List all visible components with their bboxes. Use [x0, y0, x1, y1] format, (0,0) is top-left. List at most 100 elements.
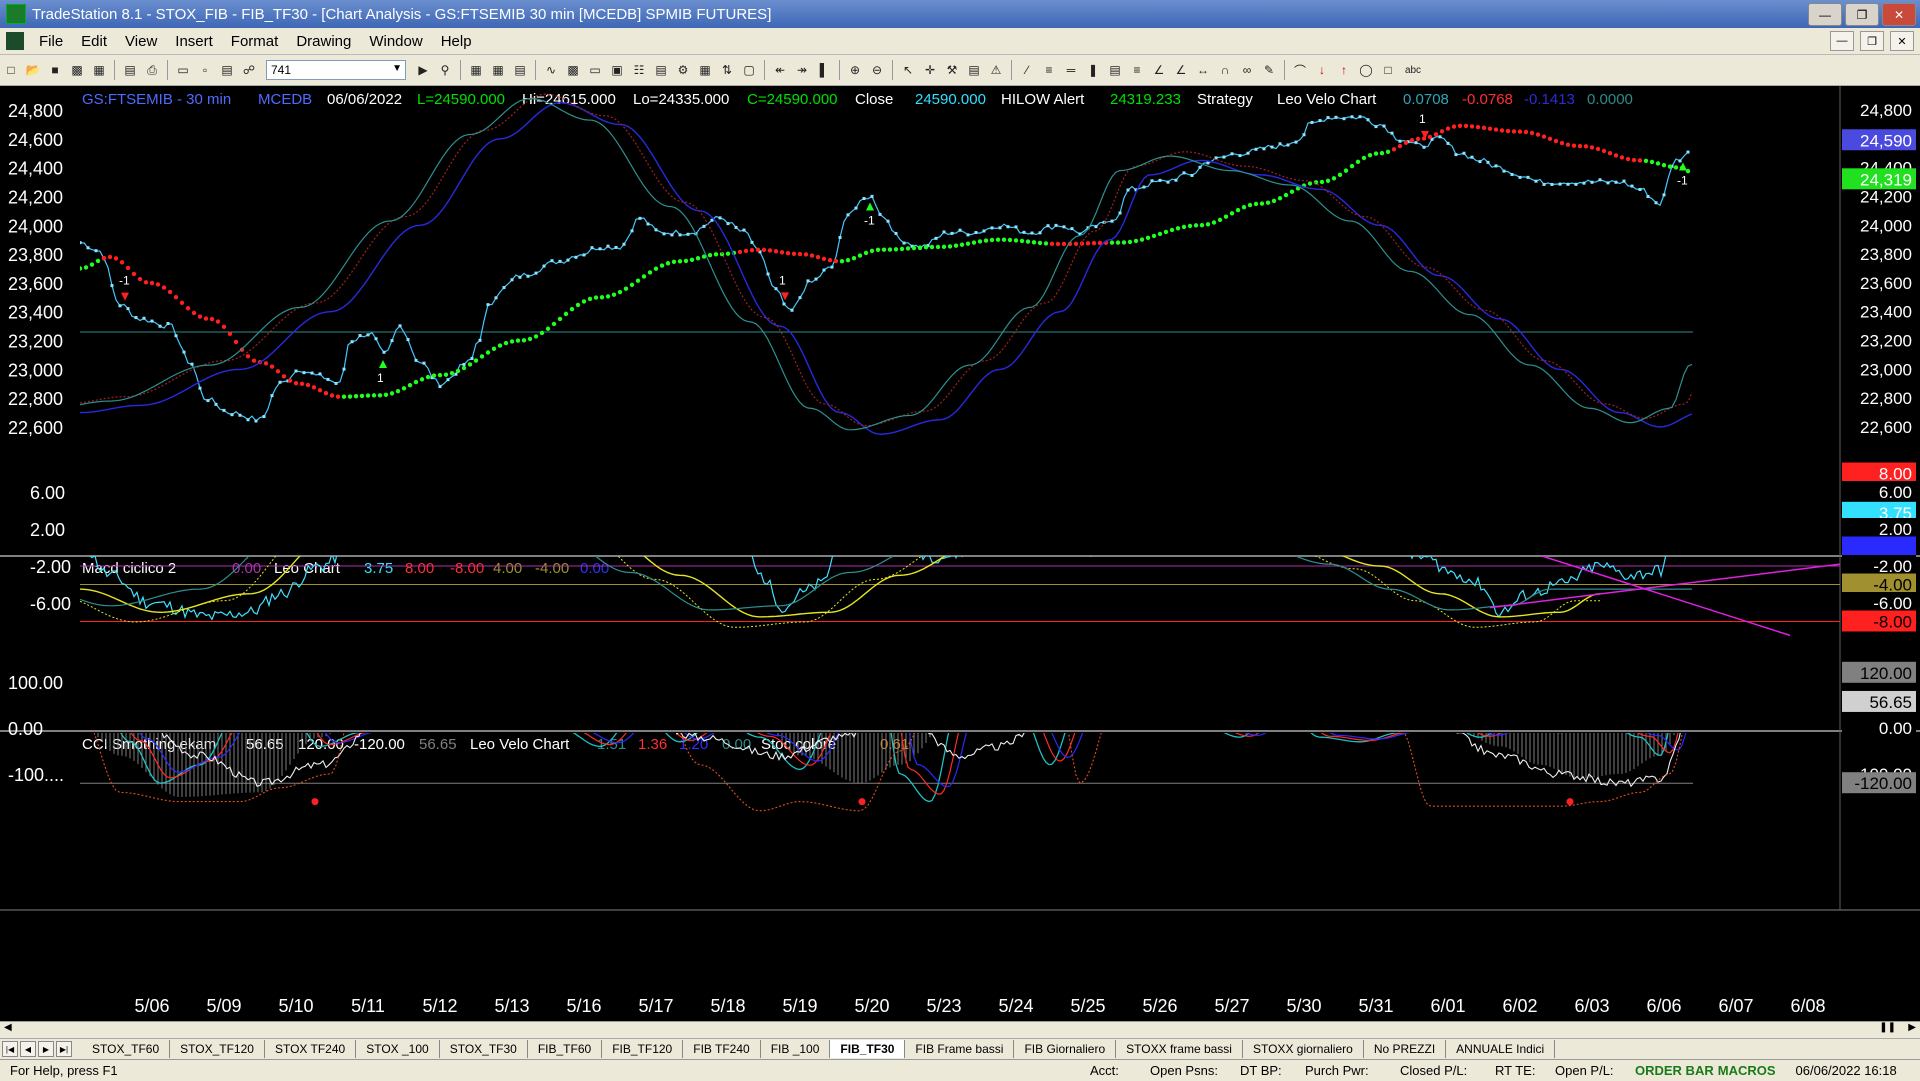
candle-icon[interactable]: ▭ [586, 61, 604, 79]
macd-panel[interactable] [80, 472, 1840, 637]
scroll-right-icon[interactable]: ↠ [793, 61, 811, 79]
horizontal-lines-icon[interactable]: ≡ [1040, 61, 1058, 79]
tab-stox-tf60[interactable]: STOX_TF60 [82, 1040, 171, 1058]
indicator-icon[interactable]: ☷ [630, 61, 648, 79]
chart-canvas[interactable]: GS:FTSEMIB - 30 min MCEDB 06/06/2022 L=2… [0, 86, 1920, 1021]
tab-no-prezzi[interactable]: No PREZZI [1364, 1040, 1447, 1058]
curve-icon[interactable]: ⌒ [1291, 61, 1309, 79]
ellipse-icon[interactable]: ◯ [1357, 61, 1375, 79]
save-all-icon[interactable]: ▩ [68, 61, 86, 79]
tools-icon[interactable]: ⚒ [943, 61, 961, 79]
mdi-restore-button[interactable]: ❐ [1860, 31, 1884, 51]
arrow-down-red-icon[interactable]: ↓ [1313, 61, 1331, 79]
tab-stox-tf30[interactable]: STOX_TF30 [440, 1040, 528, 1058]
window-icon[interactable]: ▭ [174, 61, 192, 79]
tab-last-icon[interactable]: ▶| [56, 1041, 72, 1057]
zoom-in-icon[interactable]: ⊕ [846, 61, 864, 79]
price-panel[interactable]: -1 1 1 -1 1 -1 [78, 93, 1693, 435]
text-abc-icon[interactable]: abc [1401, 61, 1425, 79]
menu-format[interactable]: Format [222, 33, 288, 50]
tab-fib-giornaliero[interactable]: FIB Giornaliero [1014, 1040, 1117, 1058]
horizontal-scrollbar[interactable]: ◀ ❚❚ ▶ [0, 1021, 1920, 1038]
play-icon[interactable]: ▶ [414, 61, 432, 79]
menu-drawing[interactable]: Drawing [287, 33, 360, 50]
radar-icon[interactable]: ▢ [740, 61, 758, 79]
minimize-button[interactable]: — [1808, 3, 1842, 26]
tab-fib-tf30[interactable]: FIB_TF30 [830, 1040, 906, 1058]
menu-file[interactable]: File [30, 33, 72, 50]
menu-help[interactable]: Help [432, 33, 481, 50]
menu-edit[interactable]: Edit [72, 33, 116, 50]
maximize-button[interactable]: ❐ [1845, 3, 1879, 26]
pencil-icon[interactable]: ✎ [1260, 61, 1278, 79]
order-bar-button[interactable]: ORDER BAR [1625, 1063, 1718, 1078]
tab-stox-tf120[interactable]: STOX_TF120 [170, 1040, 265, 1058]
spiral-icon[interactable]: ∞ [1238, 61, 1256, 79]
menu-window[interactable]: Window [360, 33, 431, 50]
chevron-down-icon[interactable]: ▼ [392, 63, 402, 74]
tab-first-icon[interactable]: |◀ [2, 1041, 18, 1057]
tab-fib-tf240[interactable]: FIB TF240 [683, 1040, 761, 1058]
format-window-icon[interactable]: ▦ [467, 61, 485, 79]
save-icon[interactable]: ■ [46, 61, 64, 79]
fib-icon[interactable]: ≡ [1128, 61, 1146, 79]
table-icon[interactable]: ▤ [511, 61, 529, 79]
grid-icon[interactable]: ▦ [489, 61, 507, 79]
tab-fib-frame-bassi[interactable]: FIB Frame bassi [905, 1040, 1015, 1058]
print-icon[interactable]: ⎙ [143, 61, 161, 79]
menu-insert[interactable]: Insert [166, 33, 222, 50]
open-icon[interactable]: 📂 [24, 61, 42, 79]
trendline-icon[interactable]: ∕ [1018, 61, 1036, 79]
compress-icon[interactable]: ▌ [815, 61, 833, 79]
close-button[interactable]: ✕ [1882, 3, 1916, 26]
line-chart-icon[interactable]: ∿ [542, 61, 560, 79]
data-window-icon[interactable]: ▤ [965, 61, 983, 79]
scroll-left-arrow-icon[interactable]: ◀ [4, 1022, 12, 1033]
arrow-icon[interactable]: ↔ [1194, 61, 1212, 79]
mdi-close-button[interactable]: ✕ [1890, 31, 1914, 51]
arrow-up-red-icon[interactable]: ↑ [1335, 61, 1353, 79]
bar-chart-icon[interactable]: ▩ [564, 61, 582, 79]
tab-annuale-indici[interactable]: ANNUALE Indici [1446, 1040, 1556, 1058]
tab-next-icon[interactable]: ▶ [38, 1041, 54, 1057]
alert-icon[interactable]: ⚠ [987, 61, 1005, 79]
cci-panel[interactable] [80, 633, 1693, 812]
text-icon[interactable]: ▤ [1106, 61, 1124, 79]
tab-stoxx-giornaliero[interactable]: STOXX giornaliero [1243, 1040, 1364, 1058]
market-depth-icon[interactable]: ▦ [696, 61, 714, 79]
scan-icon[interactable]: ⇅ [718, 61, 736, 79]
tab-fib-tf60[interactable]: FIB_TF60 [528, 1040, 603, 1058]
symbol-lookup-icon[interactable]: ⚲ [436, 61, 454, 79]
tab-stoxx-frame-bassi[interactable]: STOXX frame bassi [1116, 1040, 1243, 1058]
pointer-icon[interactable]: ↖ [899, 61, 917, 79]
tab-stox-100[interactable]: STOX _100 [356, 1040, 440, 1058]
new-icon[interactable]: □ [2, 61, 20, 79]
chart-window-icon[interactable] [6, 32, 24, 50]
analysis-icon[interactable]: ⚙ [674, 61, 692, 79]
tile-icon[interactable]: ▤ [218, 61, 236, 79]
print-preview-icon[interactable]: ▤ [121, 61, 139, 79]
link-icon[interactable]: ☍ [240, 61, 258, 79]
arc-icon[interactable]: ∩ [1216, 61, 1234, 79]
workspace-icon[interactable]: ▦ [90, 61, 108, 79]
cascade-icon[interactable]: ▫ [196, 61, 214, 79]
strategy-icon[interactable]: ▤ [652, 61, 670, 79]
scroll-left-icon[interactable]: ↞ [771, 61, 789, 79]
macros-button[interactable]: MACROS [1718, 1063, 1786, 1078]
chart-analysis-window[interactable]: GS:FTSEMIB - 30 min MCEDB 06/06/2022 L=2… [0, 86, 1920, 1021]
menu-view[interactable]: View [116, 33, 166, 50]
tab-fib-tf120[interactable]: FIB_TF120 [602, 1040, 684, 1058]
tab-prev-icon[interactable]: ◀ [20, 1041, 36, 1057]
speed-lines-icon[interactable]: ∠ [1150, 61, 1168, 79]
zoom-out-icon[interactable]: ⊖ [868, 61, 886, 79]
scroll-thumb[interactable]: ❚❚ [1879, 1022, 1896, 1033]
compare-icon[interactable]: ▣ [608, 61, 626, 79]
crosshair-icon[interactable]: ✛ [921, 61, 939, 79]
channel-icon[interactable]: ═ [1062, 61, 1080, 79]
vertical-lines-icon[interactable]: ❚ [1084, 61, 1102, 79]
rectangle-icon[interactable]: □ [1379, 61, 1397, 79]
scroll-right-arrow-icon[interactable]: ▶ [1908, 1022, 1916, 1033]
gann-icon[interactable]: ∠ [1172, 61, 1190, 79]
tab-fib-100[interactable]: FIB _100 [761, 1040, 831, 1058]
mdi-minimize-button[interactable]: — [1830, 31, 1854, 51]
